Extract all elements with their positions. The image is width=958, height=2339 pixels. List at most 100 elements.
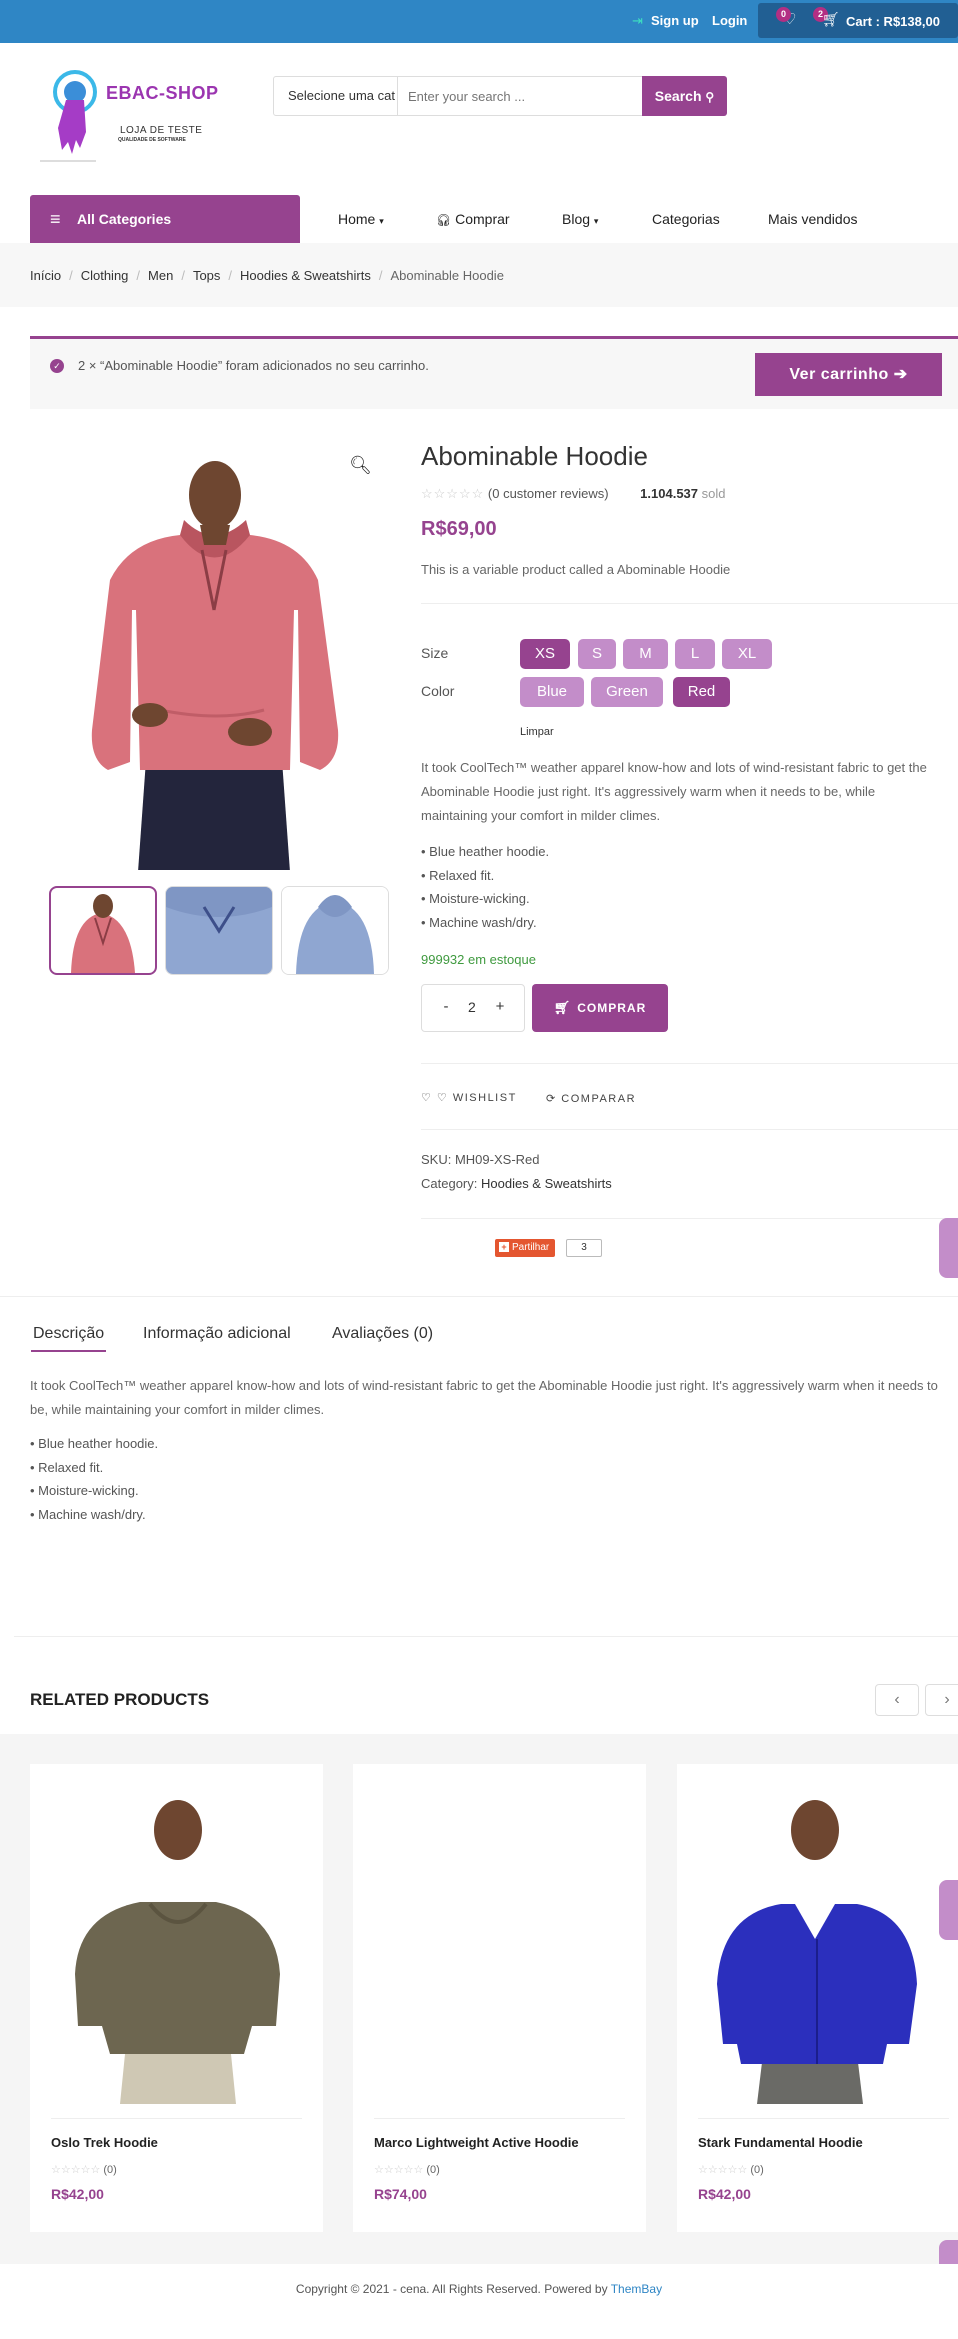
compare-label: COMPARAR bbox=[561, 1093, 637, 1105]
nav-mais-vendidos[interactable]: Mais vendidos bbox=[768, 211, 858, 227]
breadcrumb-separator: / bbox=[136, 268, 141, 283]
tab-bullet-3: • Moisture-wicking. bbox=[30, 1483, 139, 1498]
divider bbox=[421, 1218, 958, 1219]
all-categories-button[interactable]: ≡ All Categories bbox=[30, 195, 300, 243]
main-navigation: ≡ All Categories Home ▾ 🎧︎ Comprar Blog … bbox=[0, 195, 958, 243]
compare-link[interactable]: ⟳ COMPARAR bbox=[546, 1092, 636, 1105]
size-option-l[interactable]: L bbox=[675, 639, 715, 669]
carousel-prev-button[interactable]: ‹ bbox=[875, 1684, 919, 1716]
cart-icon: 🛒︎ bbox=[553, 1000, 572, 1015]
search-input[interactable] bbox=[398, 77, 636, 115]
user-plus-icon[interactable]: ⇥ bbox=[632, 13, 643, 29]
signup-link[interactable]: Sign up bbox=[651, 13, 699, 28]
product-card[interactable]: Oslo Trek Hoodie ☆☆☆☆☆ (0) R$42,00 bbox=[30, 1764, 323, 2232]
product-card-name[interactable]: Marco Lightweight Active Hoodie bbox=[374, 2135, 579, 2150]
divider bbox=[421, 603, 958, 604]
product-rating: ☆☆☆☆☆ (0 customer reviews) 1.104.537 sol… bbox=[421, 486, 726, 502]
view-cart-button[interactable]: Ver carrinho ➔ bbox=[755, 353, 942, 396]
search-button[interactable]: Search ⚲ bbox=[642, 76, 727, 116]
wishlist-link[interactable]: ♡ ♡ WISHLIST bbox=[421, 1091, 517, 1104]
review-count: (0) bbox=[426, 2164, 440, 2176]
thumbnail-2[interactable] bbox=[165, 886, 273, 975]
side-floating-tab[interactable] bbox=[939, 1218, 958, 1278]
color-option-green[interactable]: Green bbox=[591, 677, 663, 707]
sold-label: sold bbox=[701, 486, 726, 501]
category-select[interactable]: Selecione uma cat bbox=[274, 77, 398, 115]
breadcrumb-men[interactable]: Men bbox=[148, 268, 173, 283]
rating-stars-icon: ☆☆☆☆☆ bbox=[421, 486, 485, 501]
reviews-link[interactable]: (0 customer reviews) bbox=[488, 486, 609, 501]
qty-value[interactable]: 2 bbox=[468, 999, 476, 1015]
search-icon: ⚲ bbox=[705, 90, 715, 104]
product-card-rating: ☆☆☆☆☆ (0) bbox=[51, 2163, 117, 2176]
tab-informacao-adicional[interactable]: Informação adicional bbox=[143, 1325, 291, 1343]
headset-icon: 🎧︎ bbox=[436, 213, 452, 227]
product-main-image[interactable] bbox=[50, 440, 390, 870]
product-card-price: R$42,00 bbox=[698, 2186, 751, 2202]
cart-notice: ✓ 2 × “Abominable Hoodie” foram adiciona… bbox=[30, 336, 958, 409]
product-card-image bbox=[717, 1800, 917, 2104]
product-card-name[interactable]: Oslo Trek Hoodie bbox=[51, 2135, 158, 2150]
size-option-s[interactable]: S bbox=[578, 639, 616, 669]
category-label: Category: bbox=[421, 1176, 478, 1191]
product-card[interactable]: Marco Lightweight Active Hoodie ☆☆☆☆☆ (0… bbox=[353, 1764, 646, 2232]
color-option-red[interactable]: Red bbox=[673, 677, 730, 707]
login-link[interactable]: Login bbox=[712, 13, 747, 28]
breadcrumb-inicio[interactable]: Início bbox=[30, 268, 61, 283]
add-to-cart-button[interactable]: 🛒︎ COMPRAR bbox=[532, 984, 668, 1032]
rating-stars-icon: ☆☆☆☆☆ bbox=[698, 2164, 748, 2176]
all-categories-label: All Categories bbox=[77, 211, 172, 227]
category-link[interactable]: Hoodies & Sweatshirts bbox=[481, 1176, 612, 1191]
share-label: Partilhar bbox=[512, 1242, 550, 1253]
color-option-blue[interactable]: Blue bbox=[520, 677, 584, 707]
tab-descricao[interactable]: Descrição bbox=[33, 1325, 104, 1343]
qty-plus-button[interactable]: + bbox=[494, 998, 506, 1015]
product-card-rating: ☆☆☆☆☆ (0) bbox=[374, 2163, 440, 2176]
qty-minus-button[interactable]: - bbox=[440, 998, 452, 1015]
check-icon: ✓ bbox=[50, 359, 64, 373]
thumbnail-1[interactable] bbox=[49, 886, 157, 975]
clear-variations-link[interactable]: Limpar bbox=[520, 726, 554, 738]
menu-icon: ≡ bbox=[50, 209, 61, 229]
size-option-xs[interactable]: XS bbox=[520, 639, 570, 669]
size-option-xl[interactable]: XL bbox=[722, 639, 772, 669]
nav-categorias[interactable]: Categorias bbox=[652, 211, 720, 227]
copyright-text: Copyright © 2021 - cena. All Rights Rese… bbox=[295, 2282, 608, 2296]
size-option-m[interactable]: M bbox=[623, 639, 668, 669]
tab-avaliacoes[interactable]: Avaliações (0) bbox=[332, 1325, 433, 1343]
review-count: (0) bbox=[750, 2164, 764, 2176]
breadcrumb-hoodies[interactable]: Hoodies & Sweatshirts bbox=[240, 268, 371, 283]
divider bbox=[51, 2118, 302, 2119]
heart-icon: ♡ ♡ bbox=[421, 1092, 449, 1104]
side-floating-tab[interactable] bbox=[939, 1880, 958, 1940]
thembay-link[interactable]: ThemBay bbox=[611, 2282, 662, 2296]
product-sku: SKU: MH09-XS-Red bbox=[421, 1152, 540, 1167]
product-card-name[interactable]: Stark Fundamental Hoodie bbox=[698, 2135, 863, 2150]
nav-comprar[interactable]: 🎧︎ Comprar bbox=[436, 211, 510, 227]
divider bbox=[0, 1296, 958, 1297]
site-header: EBAC-SHOP LOJA DE TESTE QUALIDADE DE SOF… bbox=[0, 43, 958, 195]
breadcrumb-tops[interactable]: Tops bbox=[193, 268, 220, 283]
thumbnail-image bbox=[71, 894, 135, 973]
caret-down-icon: ▾ bbox=[379, 216, 384, 226]
breadcrumb-separator: / bbox=[228, 268, 233, 283]
bullet-1: • Blue heather hoodie. bbox=[421, 844, 550, 859]
breadcrumb-clothing[interactable]: Clothing bbox=[81, 268, 129, 283]
cart-area: ♡ 0 2 🛒︎ Cart : R$138,00 bbox=[758, 3, 958, 38]
tab-description-text: It took CoolTech™ weather apparel know-h… bbox=[30, 1378, 938, 1417]
product-short-description: This is a variable product called a Abom… bbox=[421, 562, 731, 577]
search-button-label: Search bbox=[654, 88, 702, 104]
cart-icon[interactable]: 🛒︎ bbox=[822, 11, 840, 28]
cart-total-link[interactable]: Cart : R$138,00 bbox=[846, 14, 940, 29]
share-button[interactable]: + Partilhar bbox=[495, 1239, 556, 1257]
carousel-next-button[interactable]: › bbox=[925, 1684, 958, 1716]
zoom-icon[interactable]: 🔍︎ bbox=[349, 455, 372, 476]
active-tab-indicator bbox=[31, 1350, 106, 1352]
product-price: R$69,00 bbox=[421, 518, 497, 540]
nav-blog[interactable]: Blog ▾ bbox=[562, 211, 598, 227]
product-card[interactable]: Stark Fundamental Hoodie ☆☆☆☆☆ (0) R$42,… bbox=[677, 1764, 958, 2232]
thumbnail-3[interactable] bbox=[281, 886, 389, 975]
divider bbox=[14, 1636, 958, 1637]
nav-home[interactable]: Home ▾ bbox=[338, 211, 384, 227]
divider bbox=[421, 1063, 958, 1064]
